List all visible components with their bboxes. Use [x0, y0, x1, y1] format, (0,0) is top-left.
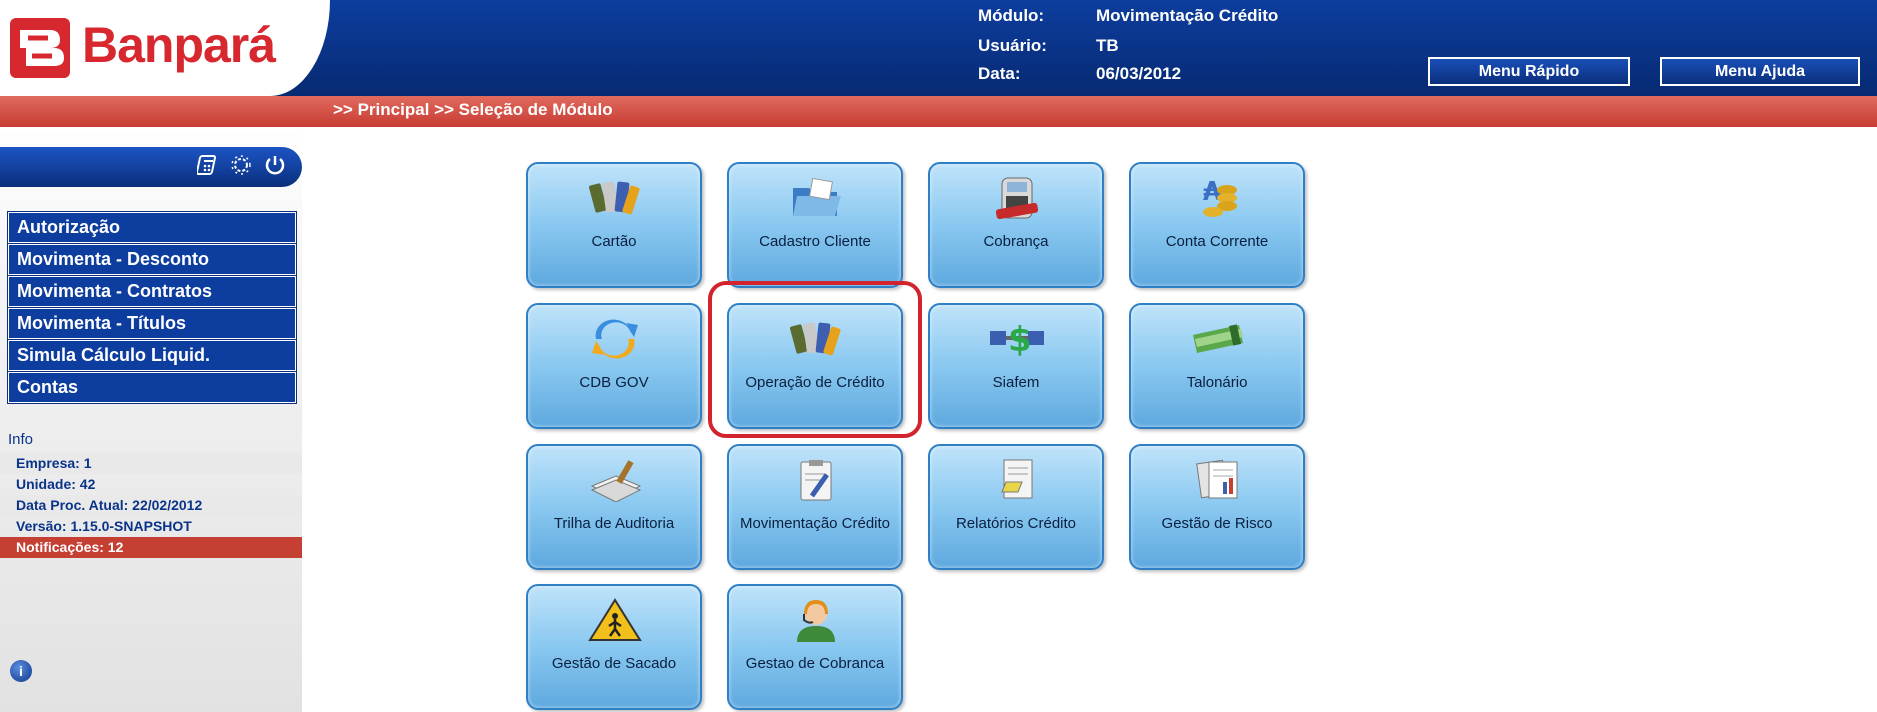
card-machine-icon [988, 176, 1046, 220]
module-label: Cobrança [983, 233, 1049, 250]
info-panel: Info Empresa: 1 Unidade: 42 Data Proc. A… [0, 427, 302, 558]
module-label: Relatórios Crédito [955, 515, 1077, 532]
modulo-label: Módulo: [978, 6, 1045, 25]
module-label: Gestão de Risco [1161, 515, 1273, 532]
menu-rapido-button[interactable]: Menu Rápido [1428, 57, 1630, 86]
module-tile-relatorios-credito[interactable]: Relatórios Crédito [928, 444, 1104, 570]
info-title: Info [8, 431, 34, 448]
module-tile-gestao-risco[interactable]: Gestão de Risco [1129, 444, 1305, 570]
settings-icon[interactable] [228, 153, 254, 179]
module-label: Gestão de Sacado [551, 655, 677, 672]
banpara-logo-icon [10, 18, 70, 78]
module-tile-siafem[interactable]: $ Siafem [928, 303, 1104, 429]
module-label: Talonário [1186, 374, 1248, 391]
info-empresa: Empresa: 1 [0, 453, 302, 474]
module-tile-talonario[interactable]: Talonário [1129, 303, 1305, 429]
sidebar-item-movimenta-contratos[interactable]: Movimenta - Contratos [7, 275, 297, 308]
module-tile-cadastro-cliente[interactable]: Cadastro Cliente [727, 162, 903, 288]
module-tile-trilha-auditoria[interactable]: Trilha de Auditoria [526, 444, 702, 570]
module-tile-cartao[interactable]: Cartão [526, 162, 702, 288]
data-label: Data: [978, 64, 1021, 83]
module-label: Trilha de Auditoria [553, 515, 675, 532]
usuario-label: Usuário: [978, 36, 1047, 55]
module-label: Siafem [992, 374, 1040, 391]
call-center-icon [787, 598, 845, 642]
module-tile-gestao-sacado[interactable]: Gestão de Sacado [526, 584, 702, 710]
module-label: Cadastro Cliente [759, 233, 871, 250]
sidebar-item-autorizacao[interactable]: Autorização [7, 211, 297, 244]
logo-text: Banpará [82, 17, 276, 73]
coins-icon: ₳ [1189, 176, 1247, 220]
checkbook-icon [1189, 317, 1247, 361]
top-header: Banpará Módulo: Movimentação Crédito Usu… [0, 0, 1877, 96]
info-versao: Versão: 1.15.0-SNAPSHOT [16, 518, 192, 534]
module-tile-gestao-cobranca[interactable]: Gestao de Cobranca [727, 584, 903, 710]
menu-ajuda-button[interactable]: Menu Ajuda [1660, 57, 1860, 86]
notifications-link[interactable]: Notificações: 12 [0, 537, 302, 558]
spreadsheet-icon [1189, 458, 1247, 502]
breadcrumb-bar: >> Principal >> Seleção de Módulo [0, 96, 1877, 127]
module-label: Operação de Crédito [745, 374, 885, 391]
module-tile-movimentacao-credito[interactable]: Movimentação Crédito [727, 444, 903, 570]
usuario-value: TB [1096, 36, 1119, 55]
info-data-proc: Data Proc. Atual: 22/02/2012 [0, 495, 302, 516]
report-icon [988, 458, 1046, 502]
module-label: Gestao de Cobranca [745, 655, 885, 672]
sync-arrows-icon [586, 317, 644, 361]
sidebar-item-simula-calculo[interactable]: Simula Cálculo Liquid. [7, 339, 297, 372]
module-label: Conta Corrente [1165, 233, 1269, 250]
sidebar-item-movimenta-desconto[interactable]: Movimenta - Desconto [7, 243, 297, 276]
calculator-icon[interactable] [195, 153, 222, 179]
sidebar: Autorização Movimenta - Desconto Movimen… [0, 127, 302, 712]
module-label: CDB GOV [579, 374, 649, 391]
info-unidade: Unidade: 42 [16, 476, 96, 492]
footer-logo-icon: i [10, 660, 32, 682]
logo-area: Banpará [0, 0, 330, 96]
cards-icon [787, 317, 845, 361]
modulo-value: Movimentação Crédito [1096, 6, 1279, 25]
breadcrumb: >> Principal >> Seleção de Módulo [333, 100, 613, 119]
folder-icon [787, 176, 845, 220]
network-money-icon: $ [988, 317, 1046, 361]
sidebar-menu: Autorização Movimenta - Desconto Movimen… [7, 211, 297, 404]
svg-text:$: $ [1008, 320, 1032, 360]
module-label: Cartão [591, 233, 637, 250]
module-tile-conta-corrente[interactable]: ₳ Conta Corrente [1129, 162, 1305, 288]
module-tile-cdb-gov[interactable]: CDB GOV [526, 303, 702, 429]
module-label: Movimentação Crédito [739, 515, 891, 532]
clipboard-edit-icon [787, 458, 845, 502]
sidebar-item-contas[interactable]: Contas [7, 371, 297, 404]
document-stack-icon [586, 458, 644, 503]
sidebar-toolbar [0, 147, 302, 187]
module-tile-cobranca[interactable]: Cobrança [928, 162, 1104, 288]
warning-sign-icon [586, 598, 644, 642]
data-value: 06/03/2012 [1096, 64, 1182, 83]
module-tile-operacao-credito[interactable]: Operação de Crédito [727, 303, 903, 429]
cards-icon [586, 176, 644, 220]
sidebar-item-movimenta-titulos[interactable]: Movimenta - Títulos [7, 307, 297, 340]
power-icon[interactable] [262, 153, 288, 179]
